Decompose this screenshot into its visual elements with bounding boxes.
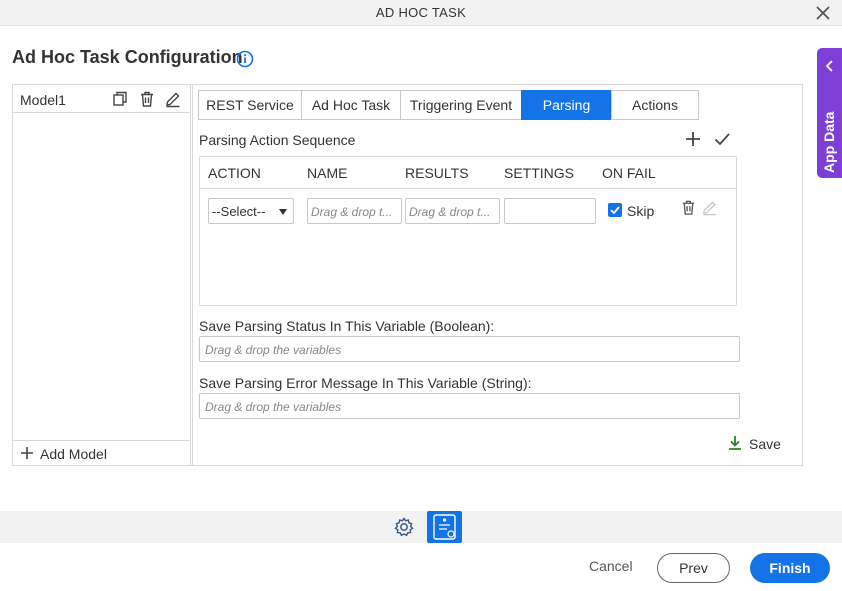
window-title-bar: AD HOC TASK	[0, 0, 842, 26]
tab-actions[interactable]: Actions	[611, 90, 699, 120]
dropdown-arrow-icon	[279, 209, 287, 215]
skip-checkbox[interactable]	[608, 203, 622, 217]
app-data-tab[interactable]: App Data	[817, 48, 842, 178]
column-header-results: RESULTS	[405, 165, 469, 181]
app-preview-icon[interactable]	[427, 511, 462, 543]
results-drop-field[interactable]: Drag & drop t...	[405, 198, 500, 224]
tab-parsing[interactable]: Parsing	[521, 90, 611, 120]
bottom-toolbar	[0, 511, 842, 543]
column-header-on-fail: ON FAIL	[602, 165, 656, 181]
parsing-grid: ACTION NAME RESULTS SETTINGS ON FAIL	[199, 156, 737, 306]
error-variable-label: Save Parsing Error Message In This Varia…	[199, 375, 532, 391]
chevron-left-icon	[825, 60, 833, 72]
settings-field[interactable]	[504, 198, 596, 224]
download-icon	[729, 436, 741, 450]
add-icon[interactable]	[684, 130, 702, 148]
tab-rest-service[interactable]: REST Service	[198, 90, 301, 120]
window-title: AD HOC TASK	[375, 5, 467, 20]
checkmark-icon	[610, 206, 620, 215]
action-select-value: --Select--	[212, 204, 266, 219]
tab-bar: REST Service Ad Hoc Task Triggering Even…	[198, 90, 699, 120]
page-title: Ad Hoc Task Configuration	[12, 47, 243, 67]
grid-header: ACTION NAME RESULTS SETTINGS ON FAIL	[200, 157, 736, 189]
cancel-button[interactable]: Cancel	[589, 558, 633, 574]
name-drop-field[interactable]: Drag & drop t...	[307, 198, 402, 224]
tab-ad-hoc-task[interactable]: Ad Hoc Task	[301, 90, 400, 120]
gear-icon[interactable]	[393, 516, 415, 538]
check-icon[interactable]	[713, 130, 731, 148]
error-variable-field[interactable]: Drag & drop the variables	[199, 393, 740, 419]
parsing-section-title: Parsing Action Sequence	[199, 132, 356, 148]
tab-triggering-event[interactable]: Triggering Event	[400, 90, 521, 120]
status-variable-field[interactable]: Drag & drop the variables	[199, 336, 740, 362]
row-trash-icon[interactable]	[680, 199, 697, 216]
app-preview-icon-glyph	[433, 514, 456, 540]
info-icon[interactable]	[236, 50, 254, 68]
column-header-action: ACTION	[208, 165, 261, 181]
action-select[interactable]: --Select--	[208, 198, 294, 224]
finish-button[interactable]: Finish	[750, 553, 830, 583]
column-header-settings: SETTINGS	[504, 165, 575, 181]
app-data-label: App Data	[821, 111, 837, 173]
column-header-name: NAME	[307, 165, 348, 181]
row-edit-icon[interactable]	[701, 199, 718, 216]
close-icon[interactable]	[814, 4, 832, 22]
skip-label: Skip	[627, 203, 655, 219]
status-variable-label: Save Parsing Status In This Variable (Bo…	[199, 318, 495, 334]
prev-button[interactable]: Prev	[657, 553, 730, 583]
save-label: Save	[749, 436, 781, 452]
